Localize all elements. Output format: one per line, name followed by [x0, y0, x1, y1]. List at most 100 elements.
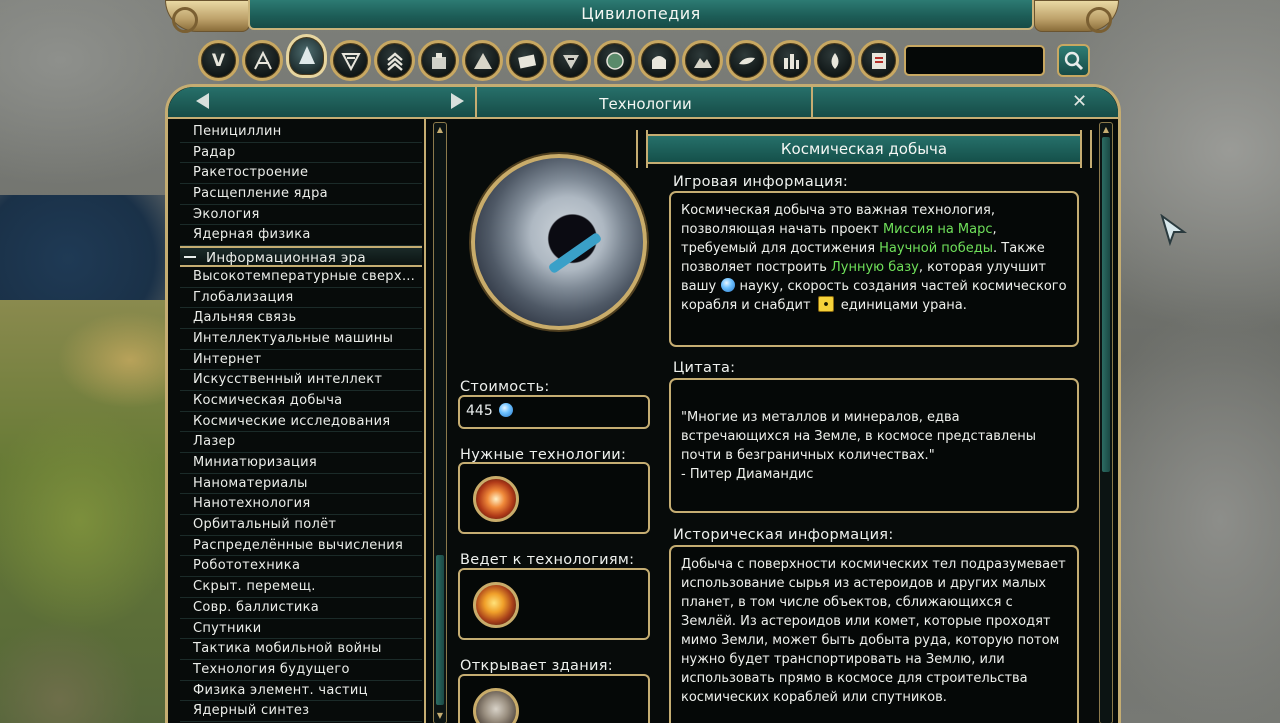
- close-icon[interactable]: ✕: [1072, 91, 1087, 112]
- game-info-text: единицами урана.: [836, 298, 967, 313]
- policy-icon[interactable]: [506, 40, 547, 81]
- cost-value: 445: [466, 403, 493, 419]
- list-item[interactable]: Физика элемент. частиц: [180, 681, 422, 702]
- mouse-cursor-icon: [1160, 214, 1188, 246]
- search-button[interactable]: [1057, 44, 1090, 77]
- header-divider: [811, 87, 813, 119]
- moon-base-link[interactable]: Лунную базу: [831, 260, 919, 275]
- list-item[interactable]: Космические исследования: [180, 412, 422, 433]
- list-item[interactable]: Скрыт. перемещ.: [180, 577, 422, 598]
- game-info-label: Игровая информация:: [673, 174, 849, 190]
- list-item[interactable]: Дальняя связь: [180, 308, 422, 329]
- list-item[interactable]: Ядерный синтез: [180, 701, 422, 722]
- list-item[interactable]: Тактика мобильной войны: [180, 639, 422, 660]
- content-scrollbar[interactable]: ▲: [1099, 122, 1113, 723]
- forward-arrow-icon[interactable]: [451, 93, 464, 109]
- quote-author: - Питер Диамандис: [681, 467, 814, 482]
- history-label: Историческая информация:: [673, 527, 894, 543]
- required-techs-box: [458, 462, 650, 534]
- compass-icon[interactable]: [242, 40, 283, 81]
- list-divider: [424, 119, 426, 723]
- promotion-icon[interactable]: [374, 40, 415, 81]
- scroll-thumb[interactable]: [1102, 137, 1110, 472]
- list-item[interactable]: Орбитальный полёт: [180, 515, 422, 536]
- list-scrollbar[interactable]: ▲ ▼: [433, 122, 447, 723]
- uranium-icon: [817, 296, 834, 312]
- quote-text: "Многие из металлов и минералов, едва вс…: [681, 410, 1036, 463]
- list-item[interactable]: Глобализация: [180, 288, 422, 309]
- list-item[interactable]: Интеллектуальные машины: [180, 329, 422, 350]
- building-icon[interactable]: [418, 40, 459, 81]
- list-item[interactable]: Ракетостроение: [180, 163, 422, 185]
- list-item[interactable]: Искусственный интеллект: [180, 370, 422, 391]
- mars-mission-link[interactable]: Миссия на Марс: [883, 222, 993, 237]
- search-input[interactable]: [904, 45, 1045, 76]
- building-unlock-icon[interactable]: [473, 688, 519, 723]
- prerequisite-tech-icon[interactable]: [473, 476, 519, 522]
- list-item[interactable]: Совр. баллистика: [180, 598, 422, 619]
- window-title: Цивилопедия: [581, 4, 701, 23]
- window-title-bar: Цивилопедия: [248, 0, 1034, 30]
- civilopedia-panel: Технологии ✕ Пенициллин Радар Ракетостро…: [165, 84, 1121, 723]
- leads-to-label: Ведет к технологиям:: [460, 552, 635, 568]
- search-icon: [1064, 51, 1083, 70]
- list-item[interactable]: Лазер: [180, 432, 422, 453]
- list-item[interactable]: Высокотемпературные сверхп...: [180, 267, 422, 288]
- technology-icon[interactable]: [286, 34, 327, 78]
- terrain-icon[interactable]: [682, 40, 723, 81]
- unit-icon[interactable]: [330, 40, 371, 81]
- world-congress-icon[interactable]: [858, 40, 899, 81]
- civilization-icon[interactable]: [594, 40, 635, 81]
- panel-header: Технологии ✕: [168, 87, 1118, 119]
- cost-label: Стоимость:: [460, 379, 550, 395]
- wonder-icon[interactable]: [462, 40, 503, 81]
- history-box: Добыча с поверхности космических тел под…: [669, 545, 1079, 723]
- land-area: [0, 300, 170, 723]
- unlocks-buildings-box: [458, 674, 650, 723]
- list-item[interactable]: Интернет: [180, 350, 422, 371]
- tech-portrait: [471, 154, 647, 330]
- list-item[interactable]: Технология будущего: [180, 660, 422, 681]
- leads-to-box: [458, 568, 650, 640]
- list-item[interactable]: Робототехника: [180, 556, 422, 578]
- home-icon[interactable]: V: [198, 40, 239, 81]
- header-divider: [475, 87, 477, 119]
- scroll-thumb[interactable]: [436, 555, 444, 705]
- list-item[interactable]: Наноматериалы: [180, 474, 422, 495]
- back-arrow-icon[interactable]: [196, 93, 209, 109]
- religion-icon[interactable]: [814, 40, 855, 81]
- unlocks-buildings-label: Открывает здания:: [460, 658, 613, 674]
- cost-box: 445: [458, 395, 650, 429]
- science-icon: [721, 278, 736, 292]
- list-item[interactable]: Нанотехнология: [180, 494, 422, 516]
- list-item[interactable]: Космическая добыча: [180, 391, 422, 412]
- great-people-icon[interactable]: [550, 40, 591, 81]
- scroll-down-icon[interactable]: ▼: [435, 711, 445, 721]
- scroll-up-icon[interactable]: ▲: [435, 125, 445, 135]
- list-item[interactable]: Ядерная физика: [180, 225, 422, 247]
- list-item[interactable]: Расщепление ядра: [180, 184, 422, 205]
- list-item[interactable]: Экология: [180, 205, 422, 226]
- quote-label: Цитата:: [673, 360, 736, 376]
- history-text: Добыча с поверхности космических тел под…: [681, 557, 1066, 705]
- list-item[interactable]: Миниатюризация: [180, 453, 422, 474]
- improvement-icon[interactable]: [770, 40, 811, 81]
- required-techs-label: Нужные технологии:: [460, 447, 627, 463]
- next-tech-icon[interactable]: [473, 582, 519, 628]
- tech-title: Космическая добыча: [636, 130, 1092, 168]
- scroll-up-icon[interactable]: ▲: [1101, 125, 1111, 135]
- list-item[interactable]: Радар: [180, 143, 422, 164]
- city-state-icon[interactable]: [638, 40, 679, 81]
- list-item[interactable]: Распределённые вычисления: [180, 536, 422, 557]
- panel-title: Технологии: [599, 95, 692, 113]
- list-item[interactable]: Спутники: [180, 619, 422, 640]
- era-label: Информационная эра: [206, 250, 366, 267]
- science-victory-link[interactable]: Научной победы: [879, 241, 993, 256]
- era-header[interactable]: Информационная эра: [180, 246, 422, 267]
- title-ornament-left: [165, 0, 250, 33]
- resource-icon[interactable]: [726, 40, 767, 81]
- category-toolbar: V: [198, 34, 1090, 84]
- quote-box: "Многие из металлов и минералов, едва вс…: [669, 378, 1079, 513]
- list-item[interactable]: Пенициллин: [180, 122, 422, 143]
- science-icon: [498, 402, 513, 417]
